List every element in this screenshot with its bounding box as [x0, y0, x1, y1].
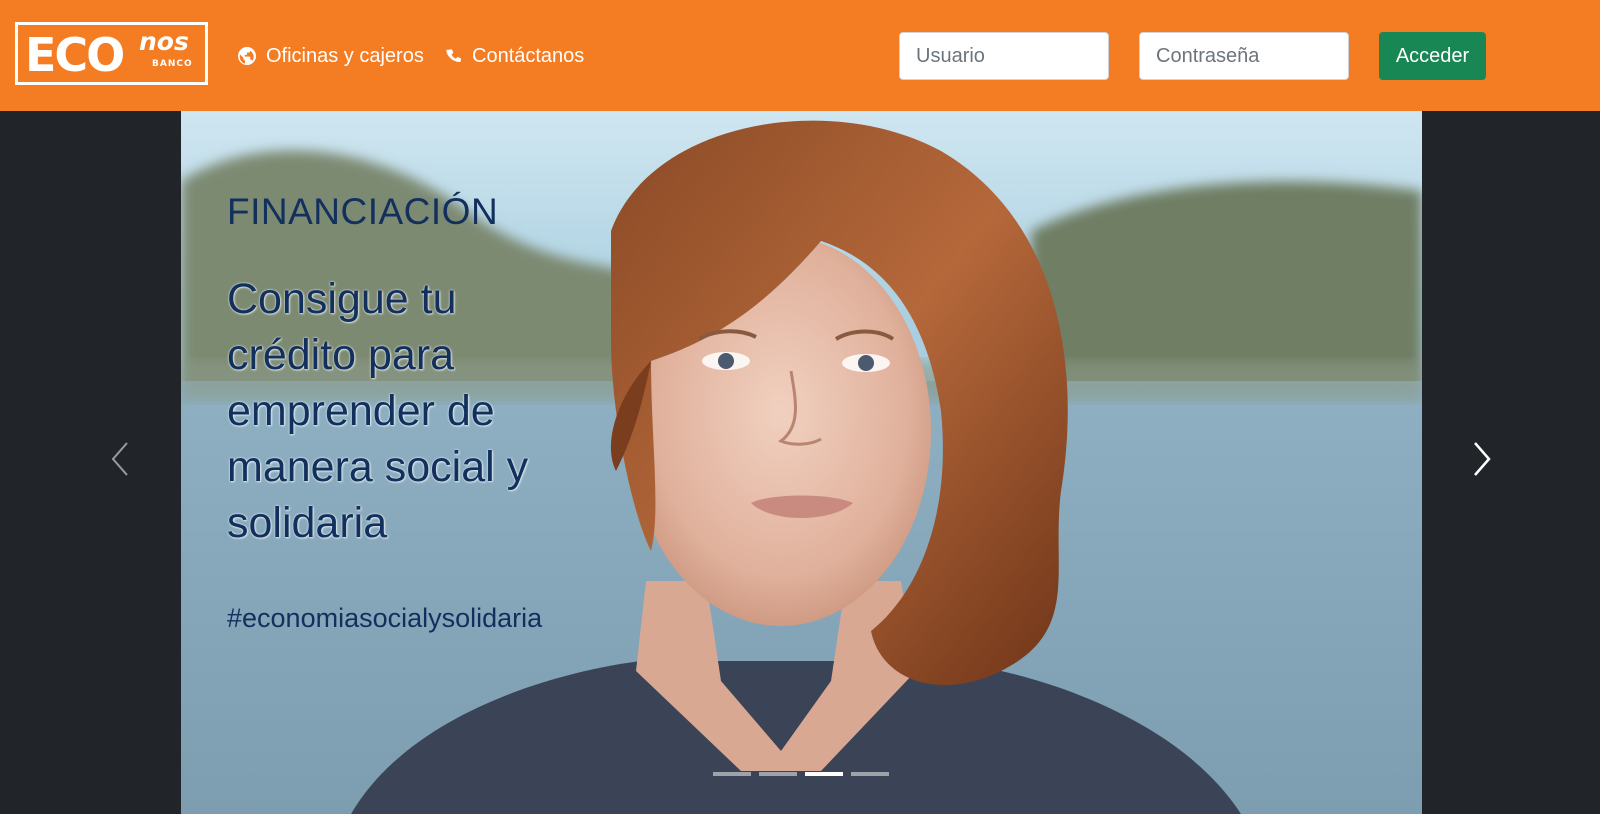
phone-icon — [446, 49, 462, 62]
globe-icon — [238, 47, 256, 65]
chevron-right-icon — [1474, 442, 1491, 476]
logo-eco-text: ECO — [25, 28, 125, 82]
password-input[interactable] — [1139, 32, 1349, 80]
carousel-next-button[interactable] — [1460, 437, 1504, 481]
logo-banco-text: BANCO — [152, 59, 193, 69]
logo-nos-text: nos — [139, 27, 189, 56]
slide-hashtag: #economiasocialysolidaria — [227, 603, 543, 633]
nav-link-contact-label: Contáctanos — [472, 44, 585, 67]
login-button[interactable]: Acceder — [1379, 32, 1486, 80]
carousel-indicators — [713, 772, 889, 776]
brand-logo[interactable]: ECO nos BANCO — [15, 22, 208, 85]
carousel-indicator[interactable] — [805, 772, 843, 776]
slide-kicker: FINANCIACIÓN — [227, 191, 499, 232]
slide-headline: Consigue tu crédito para emprender de ma… — [227, 275, 529, 547]
carousel-prev-button[interactable] — [98, 437, 142, 481]
nav-link-offices-label: Oficinas y cajeros — [266, 44, 424, 67]
carousel-slide: FINANCIACIÓN Consigue tu crédito para em… — [181, 111, 1422, 814]
carousel-indicator[interactable] — [759, 772, 797, 776]
hero-carousel: FINANCIACIÓN Consigue tu crédito para em… — [0, 111, 1600, 814]
carousel-indicator[interactable] — [851, 772, 889, 776]
nav-link-contact[interactable]: Contáctanos — [443, 42, 584, 70]
nav-link-offices[interactable]: Oficinas y cajeros — [237, 42, 424, 70]
carousel-indicator[interactable] — [713, 772, 751, 776]
chevron-left-icon — [111, 442, 128, 476]
username-input[interactable] — [899, 32, 1109, 80]
top-navbar: ECO nos BANCO Oficinas y cajeros Contáct… — [0, 0, 1600, 111]
